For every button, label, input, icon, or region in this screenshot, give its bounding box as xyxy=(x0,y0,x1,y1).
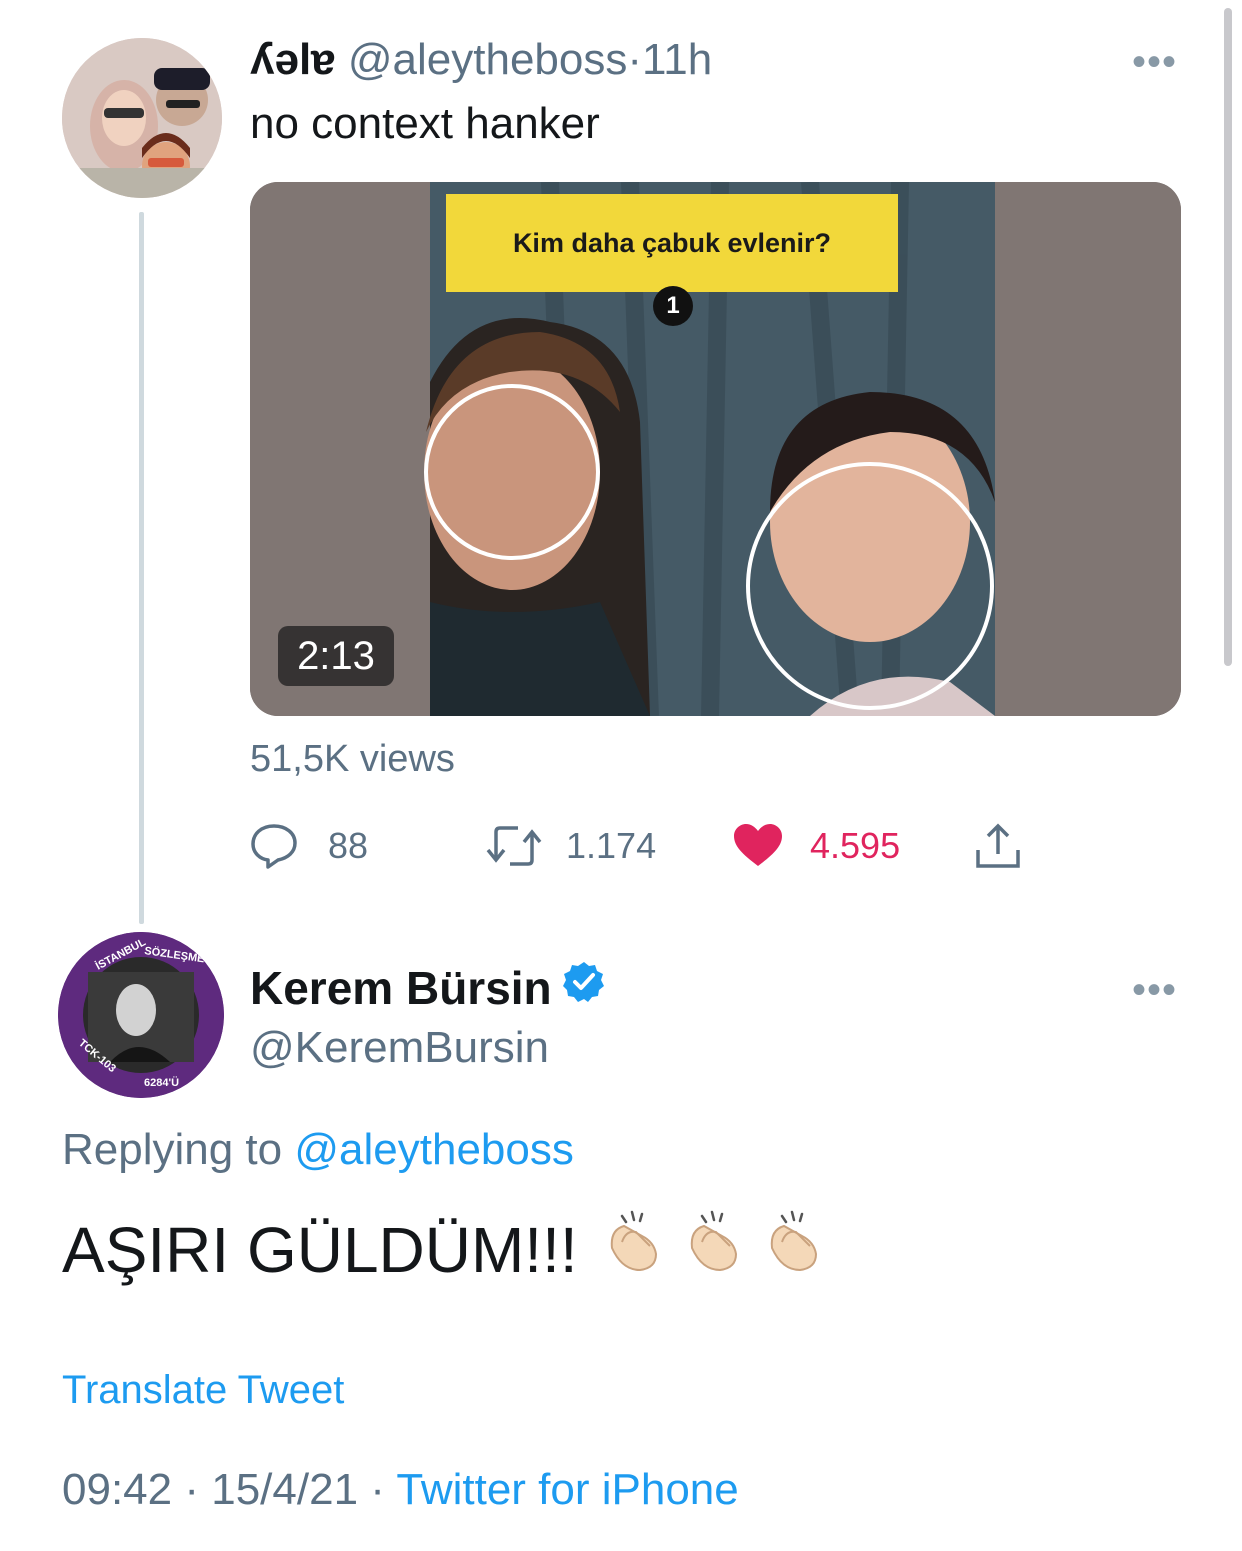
handle[interactable]: @aleytheboss xyxy=(348,35,628,84)
tweet-date: 15/4/21 xyxy=(211,1465,359,1514)
thread-line xyxy=(139,212,144,924)
display-name[interactable]: ʎəlɐ xyxy=(250,35,336,84)
video-banner: Kim daha çabuk evlenir? xyxy=(446,194,898,292)
retweet-icon xyxy=(484,820,544,872)
display-name-row: Kerem Bürsin xyxy=(250,960,606,1016)
tweet-header: ʎəlɐ @aleytheboss·11h xyxy=(250,34,712,86)
tweet-source-link[interactable]: Twitter for iPhone xyxy=(396,1465,738,1514)
reply-button[interactable]: 88 xyxy=(248,818,368,874)
clap-icon xyxy=(762,1208,828,1292)
verified-badge-icon xyxy=(562,960,606,1016)
more-icon[interactable]: ••• xyxy=(1132,970,1177,1010)
handle[interactable]: @KeremBursin xyxy=(250,1020,549,1076)
view-count: 51,5K views xyxy=(250,738,455,780)
timestamp[interactable]: 11h xyxy=(642,35,712,84)
replying-to: Replying to @aleytheboss xyxy=(62,1122,574,1178)
separator: · xyxy=(184,1465,199,1514)
tweet-time: 09:42 xyxy=(62,1465,173,1514)
like-button[interactable]: 4.595 xyxy=(732,818,900,874)
tweet-text-row: AŞIRI GÜLDÜM!!! xyxy=(62,1208,828,1292)
video-duration: 2:13 xyxy=(278,626,394,686)
clap-icon xyxy=(682,1208,748,1292)
svg-text:6284'Ü: 6284'Ü xyxy=(144,1076,179,1089)
clap-icon xyxy=(602,1208,668,1292)
separator: · xyxy=(627,35,643,84)
translate-tweet-link[interactable]: Translate Tweet xyxy=(62,1364,344,1416)
like-count: 4.595 xyxy=(810,825,901,866)
replying-handle-link[interactable]: @aleytheboss xyxy=(294,1125,574,1174)
tweet-text: AŞIRI GÜLDÜM!!! xyxy=(62,1214,578,1286)
retweet-button[interactable]: 1.174 xyxy=(484,818,656,874)
retweet-count: 1.174 xyxy=(566,825,657,866)
share-icon xyxy=(972,820,1024,872)
like-icon xyxy=(732,822,784,870)
share-button[interactable] xyxy=(972,818,1024,874)
separator: · xyxy=(370,1465,385,1514)
video-player[interactable]: Kim daha çabuk evlenir? 1 2:13 xyxy=(250,182,1181,716)
tweet-meta: 09:42 · 15/4/21 · Twitter for iPhone xyxy=(62,1462,739,1518)
more-icon[interactable]: ••• xyxy=(1132,42,1177,82)
avatar[interactable]: İSTANBUL SÖZLEŞMESİ TCK-103 6284'Ü xyxy=(58,932,224,1098)
reply-count: 88 xyxy=(328,825,369,866)
number-badge: 1 xyxy=(653,286,693,326)
reply-icon xyxy=(248,820,300,872)
replying-prefix: Replying to xyxy=(62,1125,283,1174)
scrollbar[interactable] xyxy=(1224,8,1232,666)
tweet-text: no context hanker xyxy=(250,99,600,148)
avatar[interactable] xyxy=(62,38,222,198)
display-name[interactable]: Kerem Bürsin xyxy=(250,960,552,1016)
